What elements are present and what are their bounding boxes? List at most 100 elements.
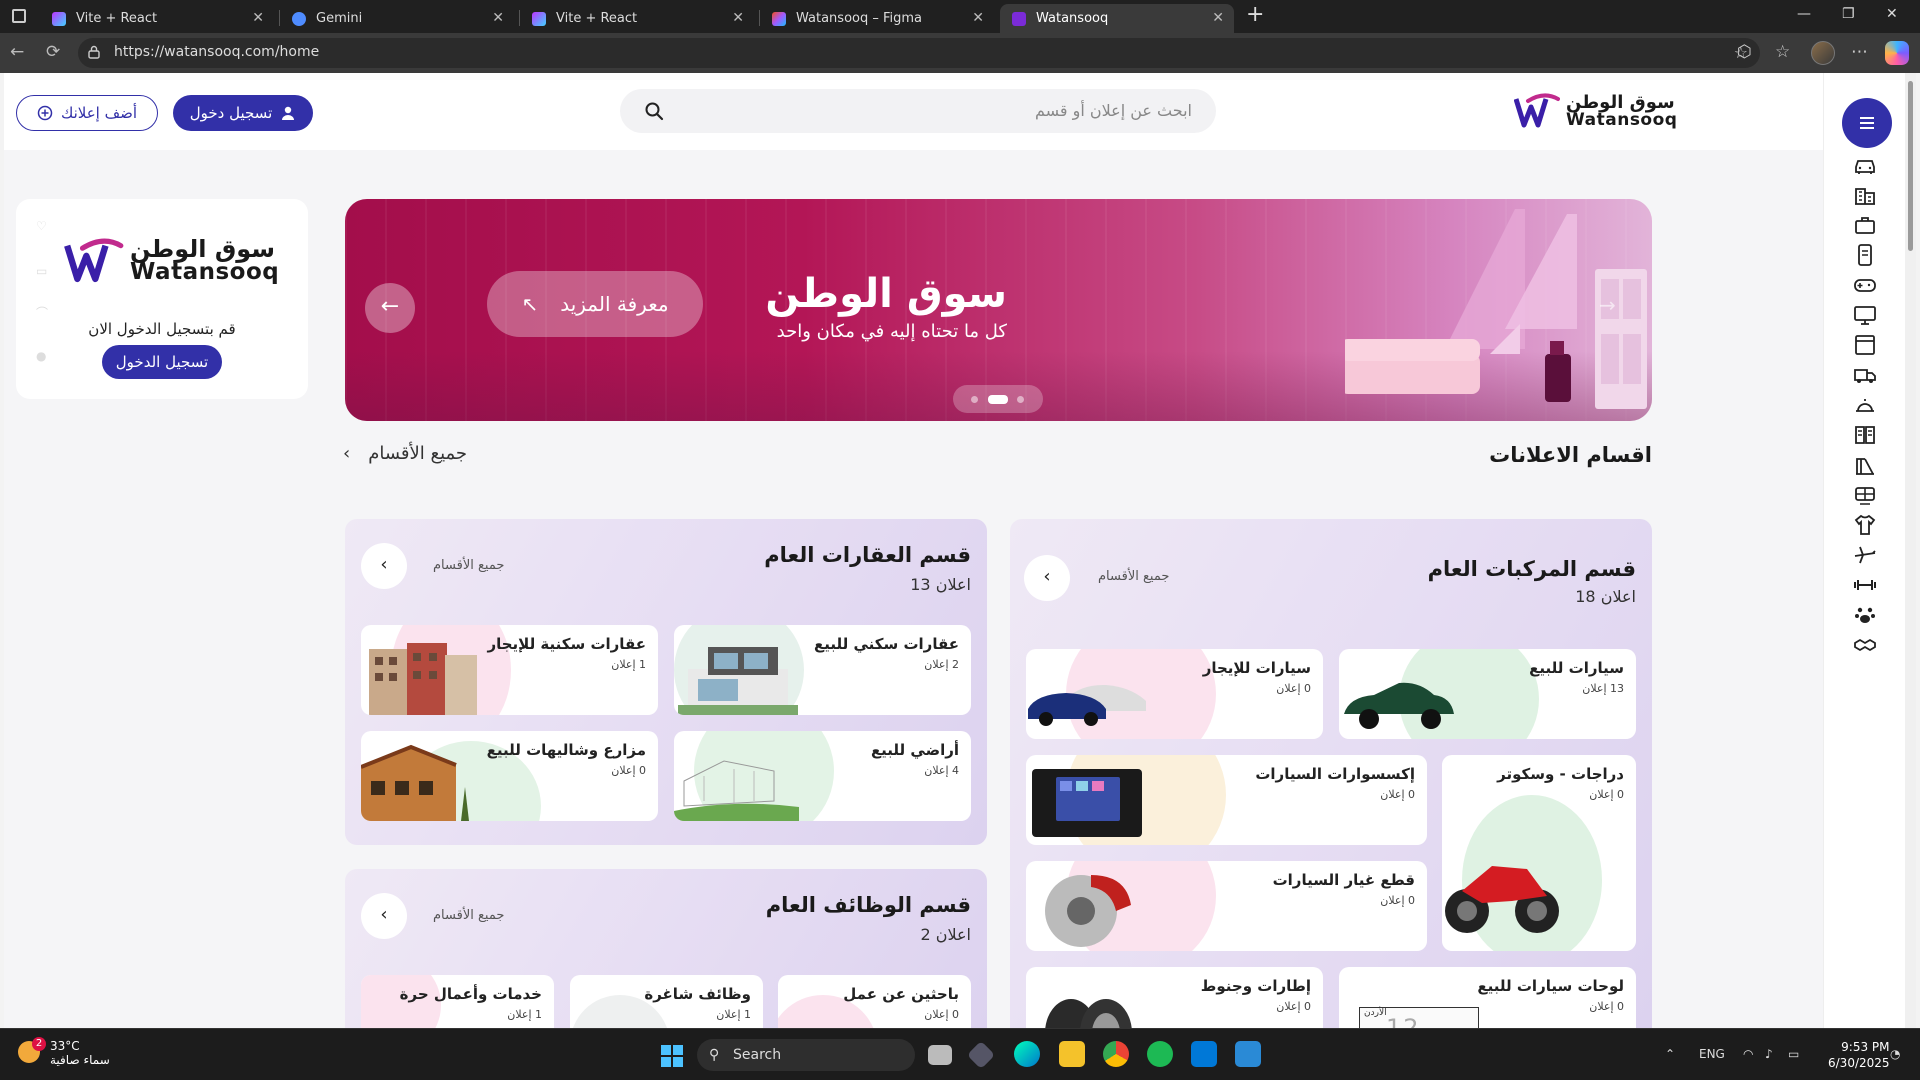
category-card[interactable]: إكسسوارات السيارات 0 إعلان [1026,755,1427,845]
category-card[interactable]: خدمات وأعمال حرة 1 إعلان [361,975,554,1028]
add-listing-label: أضف إعلانك [60,104,138,122]
copilot-icon[interactable] [1885,41,1909,65]
browser-tab[interactable]: Gemini ✕ [280,4,514,33]
category-card[interactable]: الأردن 12-345 لوحات سيارات للبيع 0 إعلان [1339,967,1636,1028]
minimize-icon[interactable]: — [1797,6,1811,22]
carousel-dot[interactable] [1017,396,1024,403]
browser-tab[interactable]: Vite + React ✕ [520,4,754,33]
add-listing-button[interactable]: أضف إعلانك [16,95,158,131]
category-card[interactable]: أراضي للبيع 4 إعلان [674,731,971,821]
shirt-icon[interactable] [1853,513,1877,537]
panel-all-link[interactable]: جميع الأقسام [433,908,504,923]
app-icon[interactable] [966,1040,996,1070]
close-icon[interactable]: ✕ [732,4,744,33]
tab-actions-icon[interactable] [12,9,26,23]
category-card[interactable]: مزارع وشاليهات للبيع 0 إعلان [361,731,658,821]
browser-tab[interactable]: Watansooq – Figma ✕ [760,4,994,33]
pet-icon[interactable] [1853,603,1877,627]
weather-widget[interactable]: 33°C سماء صافية [50,1039,110,1067]
card-title: وظائف شاغرة [644,985,751,1003]
language-indicator[interactable]: ENG [1699,1047,1725,1061]
panel-all-link[interactable]: جميع الأقسام [1098,569,1169,584]
building-icon[interactable] [1853,183,1877,207]
search-icon[interactable] [644,101,664,121]
dumbbell-icon[interactable] [1853,573,1877,597]
notification-bell-icon[interactable]: ◔ [1890,1047,1900,1061]
reload-icon[interactable]: ⟳ [46,42,60,62]
carousel-dot[interactable] [971,396,978,403]
close-icon[interactable]: ✕ [252,4,264,33]
search-input[interactable]: ابحث عن إعلان أو قسم [620,89,1216,133]
panel-chevron-button[interactable]: ‹ [361,893,407,939]
category-card[interactable]: سيارات للإيجار 0 إعلان [1026,649,1323,739]
category-card[interactable]: دراجات - وسكوتر 0 إعلان [1442,755,1636,951]
favorites-icon[interactable]: ☆ [1775,42,1790,62]
restore-icon[interactable]: ❐ [1842,6,1855,22]
edge-icon[interactable] [1014,1041,1040,1067]
briefcase-icon[interactable] [1853,213,1877,237]
file-explorer-icon[interactable] [1059,1041,1085,1067]
category-card[interactable]: قطع غيار السيارات 0 إعلان [1026,861,1427,951]
car-icon[interactable] [1853,153,1877,177]
category-card[interactable]: عقارات سكنية للإيجار 1 إعلان [361,625,658,715]
playground-icon[interactable] [1853,453,1877,477]
phone-icon[interactable] [1853,243,1877,267]
system-clock[interactable]: 9:53 PM 6/30/2025 [1828,1039,1890,1071]
category-card[interactable]: سيارات للبيع 13 إعلان [1339,649,1636,739]
back-icon[interactable]: ← [10,42,24,62]
truck-icon[interactable] [1853,363,1877,387]
learn-more-button[interactable]: ↖ معرفة المزيد [487,271,703,337]
handshake-icon[interactable] [1853,633,1877,657]
profile-avatar[interactable] [1811,41,1835,65]
card-count: 0 إعلان [611,764,646,777]
wifi-icon[interactable]: ◠ [1743,1047,1753,1061]
globe-icon[interactable] [1853,483,1877,507]
service-bell-icon[interactable] [1853,393,1877,417]
close-icon[interactable]: ✕ [972,4,984,33]
logo-english-text: Watansooq [130,259,280,285]
browser-tab[interactable]: Vite + React ✕ [40,4,274,33]
category-card[interactable]: إطارات وجنوط 0 إعلان [1026,967,1323,1028]
tray-chevron-icon[interactable]: ⌃ [1665,1047,1675,1061]
category-card[interactable]: عقارات سكني للبيع 2 إعلان [674,625,971,715]
panel-chevron-button[interactable]: ‹ [361,543,407,589]
vscode-icon[interactable] [1191,1041,1217,1067]
all-categories-link[interactable]: ‹ جميع الأقسام [343,443,467,464]
spotify-icon[interactable] [1147,1041,1173,1067]
close-icon[interactable]: ✕ [1212,4,1224,33]
plane-icon[interactable] [1853,543,1877,567]
card-title: دراجات - وسكوتر [1497,765,1624,783]
hamburger-menu-button[interactable] [1842,98,1892,148]
carousel-dot-active[interactable] [988,395,1008,404]
panel-all-link[interactable]: جميع الأقسام [433,558,504,573]
extensions-icon[interactable]: ⬡ [1737,42,1752,62]
close-window-icon[interactable]: ✕ [1886,6,1898,22]
monitor-icon[interactable] [1853,303,1877,327]
scrollbar-thumb[interactable] [1908,81,1913,251]
browser-tab-active[interactable]: Watansooq ✕ [1000,4,1234,33]
chrome-icon[interactable] [1103,1041,1129,1067]
side-login-button[interactable]: تسجيل الدخول [102,345,222,379]
address-bar[interactable]: https://watansooq.com/home ☆ [78,38,1760,68]
panel-chevron-button[interactable]: ‹ [1024,555,1070,601]
page-scrollbar[interactable] [1905,73,1916,1028]
category-card[interactable]: باحثين عن عمل 0 إعلان [778,975,971,1028]
carousel-next-icon[interactable]: → [1599,293,1616,317]
new-tab-icon[interactable]: + [1246,2,1264,27]
category-card[interactable]: وظائف شاغرة 1 إعلان [570,975,763,1028]
book-icon[interactable] [1853,423,1877,447]
volume-icon[interactable]: ♪ [1765,1047,1773,1061]
window-icon[interactable] [1853,333,1877,357]
gamepad-icon[interactable] [1853,273,1877,297]
battery-icon[interactable]: ▭ [1788,1047,1799,1061]
card-count: 0 إعلان [1589,1000,1624,1013]
taskbar-search[interactable]: ⚲ Search [697,1039,915,1071]
site-logo[interactable]: سوق الوطن Watansooq [1514,93,1677,129]
windows-start-icon[interactable] [661,1045,683,1067]
login-button[interactable]: تسجيل دخول [173,95,313,131]
task-view-icon[interactable] [928,1045,952,1065]
more-menu-icon[interactable]: ⋯ [1851,42,1868,62]
close-icon[interactable]: ✕ [492,4,504,33]
app-icon[interactable] [1235,1041,1261,1067]
carousel-prev-button[interactable]: ← [365,283,415,333]
